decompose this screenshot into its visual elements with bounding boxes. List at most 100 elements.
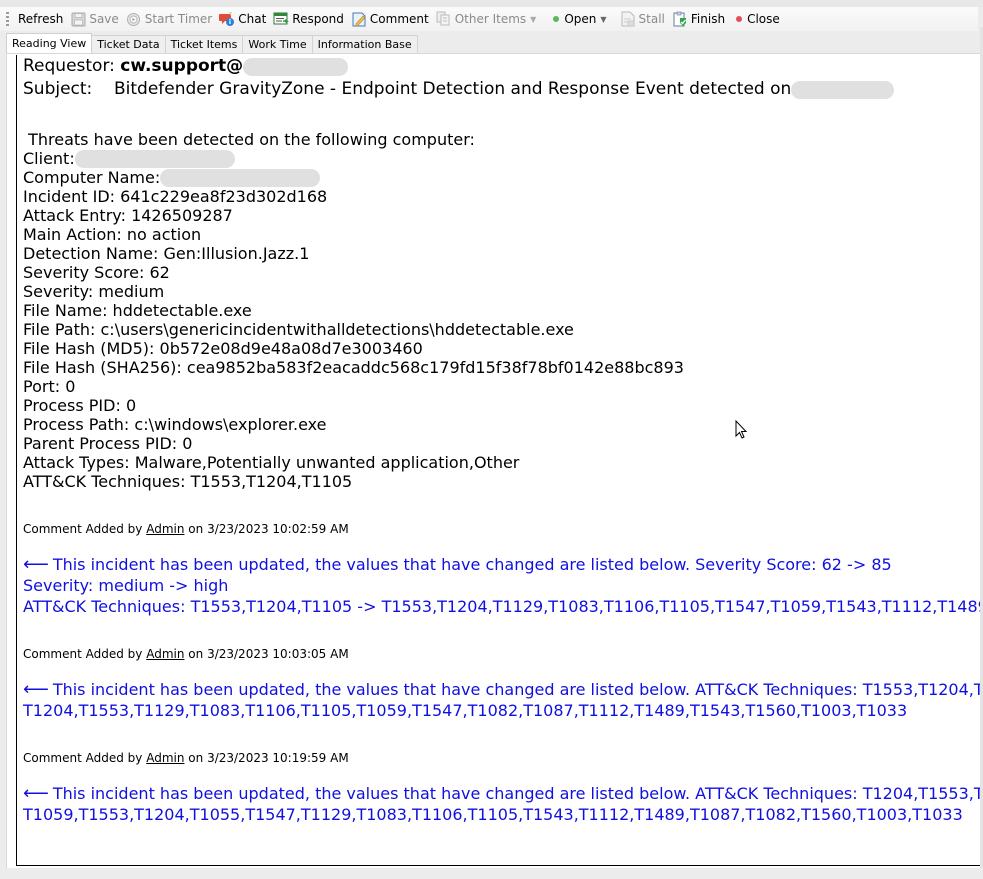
window-top-strip (0, 0, 983, 7)
comment-meta: Comment Added by Admin on 3/23/2023 10:0… (23, 520, 983, 539)
field-label: Main Action: (23, 225, 122, 244)
mouse-cursor-icon (735, 420, 748, 439)
incident-fields: Client: Computer Name: Incident ID: 641c22… (23, 149, 983, 491)
field-label: File Hash (SHA256): (23, 358, 182, 377)
comment-body: ⟵ This incident has been updated, the val… (23, 679, 983, 721)
comment-timestamp: 3/23/2023 10:03:05 AM (207, 647, 349, 661)
chevron-down-icon: ▼ (600, 14, 607, 24)
field-label: Detection Name: (23, 244, 159, 263)
tab-ticket-data[interactable]: Ticket Data (91, 35, 166, 53)
comment-author-link[interactable]: Admin (146, 522, 184, 536)
comment-text: This incident has been updated, the valu… (52, 555, 892, 574)
comment-text: This incident has been updated, the valu… (52, 680, 983, 699)
comment-text: T1204,T1553,T1129,T1083,T1106,T1105,T105… (23, 701, 908, 720)
chat-button[interactable]: Chat (216, 9, 269, 29)
chat-label: Chat (238, 12, 267, 26)
incident-field-row: Client: (23, 149, 983, 168)
tab-reading-view[interactable]: Reading View (6, 33, 93, 53)
comment-button[interactable]: Comment (348, 9, 432, 29)
comment-body: ⟵ This incident has been updated, the val… (23, 783, 983, 825)
other-items-button[interactable]: Other Items ▼ (433, 9, 546, 29)
comment-prefix: Comment Added by (23, 522, 143, 536)
field-value: hddetectable.exe (112, 301, 252, 320)
incident-field-row: Parent Process PID: 0 (23, 434, 983, 453)
comment-entry: Comment Added by Admin on 3/23/2023 10:1… (23, 749, 983, 825)
field-label: Process Path: (23, 415, 130, 434)
redacted-value (74, 149, 235, 168)
comment-line: ⟵ This incident has been updated, the val… (23, 783, 983, 804)
open-label: Open (564, 12, 597, 26)
incident-field-row: ATT&CK Techniques: T1553,T1204,T1105 (23, 472, 983, 491)
comment-author-link[interactable]: Admin (146, 751, 184, 765)
comment-line: T1204,T1553,T1129,T1083,T1106,T1105,T105… (23, 700, 983, 721)
field-value: 0 (182, 434, 193, 453)
left-arrow-icon: ⟵ (23, 783, 49, 804)
green-status-dot-icon (553, 16, 560, 22)
comment-author-link[interactable]: Admin (146, 647, 184, 661)
left-arrow-icon: ⟵ (23, 679, 49, 700)
incident-field-row: Detection Name: Gen:Illusion.Jazz.1 (23, 244, 983, 263)
incident-field-row: Process Path: c:\windows\explorer.exe (23, 415, 983, 434)
field-value: 641c229ea8f23d302d168 (120, 187, 328, 206)
close-status-button[interactable]: Close (729, 9, 783, 29)
comment-icon (351, 11, 367, 27)
field-value: cea9852ba583f2eacaddc568c179fd15f38f78bf… (186, 358, 684, 377)
incident-field-row: Port: 0 (23, 377, 983, 396)
toolbar-grip[interactable] (6, 12, 9, 26)
incident-field-row: Severity: medium (23, 282, 983, 301)
left-arrow-icon: ⟵ (23, 554, 49, 575)
other-items-label: Other Items (454, 12, 527, 26)
incident-field-row: Attack Entry: 1426509287 (23, 206, 983, 225)
field-value: 0b572e08d9e48a08d7e3003460 (159, 339, 423, 358)
finish-label: Finish (690, 12, 726, 26)
incident-field-row: Process PID: 0 (23, 396, 983, 415)
redacted-value (160, 168, 321, 187)
refresh-button[interactable]: Refresh (15, 9, 66, 29)
redacted-requestor-domain (243, 57, 349, 76)
red-status-dot-icon (736, 16, 743, 22)
start-timer-button[interactable]: Start Timer (123, 9, 215, 29)
comment-body: ⟵ This incident has been updated, the val… (23, 554, 983, 617)
field-label: Client: (23, 149, 75, 168)
incident-field-row: File Path: c:\users\genericincidentwitha… (23, 320, 983, 339)
incident-field-row: Computer Name: (23, 168, 983, 187)
comment-line: Severity: medium -> high (23, 575, 983, 596)
respond-button[interactable]: Respond (270, 9, 347, 29)
comment-text: Severity: medium -> high (23, 576, 229, 595)
requestor-value: cw.support@ (120, 56, 244, 76)
incident-field-row: Attack Types: Malware,Potentially unwant… (23, 453, 983, 472)
comment-entry: Comment Added by Admin on 3/23/2023 10:0… (23, 645, 983, 721)
stall-button[interactable]: Stall (617, 9, 668, 29)
field-label: File Path: (23, 320, 96, 339)
open-status-button[interactable]: Open ▼ (546, 9, 615, 29)
field-label: Severity: (23, 282, 94, 301)
save-button[interactable]: Save (67, 9, 121, 29)
finish-clipboard-icon (672, 11, 688, 27)
respond-label: Respond (292, 12, 344, 26)
comment-list: Comment Added by Admin on 3/23/2023 10:0… (23, 520, 983, 825)
field-label: Parent Process PID: (23, 434, 178, 453)
tab-work-time[interactable]: Work Time (242, 35, 313, 53)
incident-field-row: Main Action: no action (23, 225, 983, 244)
subject-line: Subject: Bitdefender GravityZone - Endpoi… (23, 78, 983, 101)
comment-label: Comment (369, 12, 429, 26)
comment-line: ATT&CK Techniques: T1553,T1204,T1105 -> … (23, 596, 983, 617)
field-value: Malware,Potentially unwanted application… (134, 453, 520, 472)
tab-ticket-items[interactable]: Ticket Items (164, 35, 244, 53)
tab-bar: Reading View Ticket Data Ticket Items Wo… (0, 33, 978, 53)
requestor-line: Requestor: cw.support@ (23, 55, 983, 78)
subject-label: Subject: (23, 79, 93, 99)
field-label: File Hash (MD5): (23, 339, 155, 358)
incident-field-row: Severity Score: 62 (23, 263, 983, 282)
respond-icon (273, 11, 290, 27)
comment-timestamp: 3/23/2023 10:02:59 AM (207, 522, 349, 536)
finish-button[interactable]: Finish (669, 9, 728, 29)
field-label: Process PID: (23, 396, 121, 415)
window-bottom-strip (0, 868, 983, 879)
field-label: ATT&CK Techniques: (23, 472, 186, 491)
tab-information-base[interactable]: Information Base (311, 35, 418, 53)
comment-meta: Comment Added by Admin on 3/23/2023 10:0… (23, 645, 983, 664)
comment-prefix: Comment Added by (23, 751, 143, 765)
chat-icon (219, 11, 235, 27)
ticket-document: Requestor: cw.support@ Subject: Bitdefend… (16, 55, 983, 866)
